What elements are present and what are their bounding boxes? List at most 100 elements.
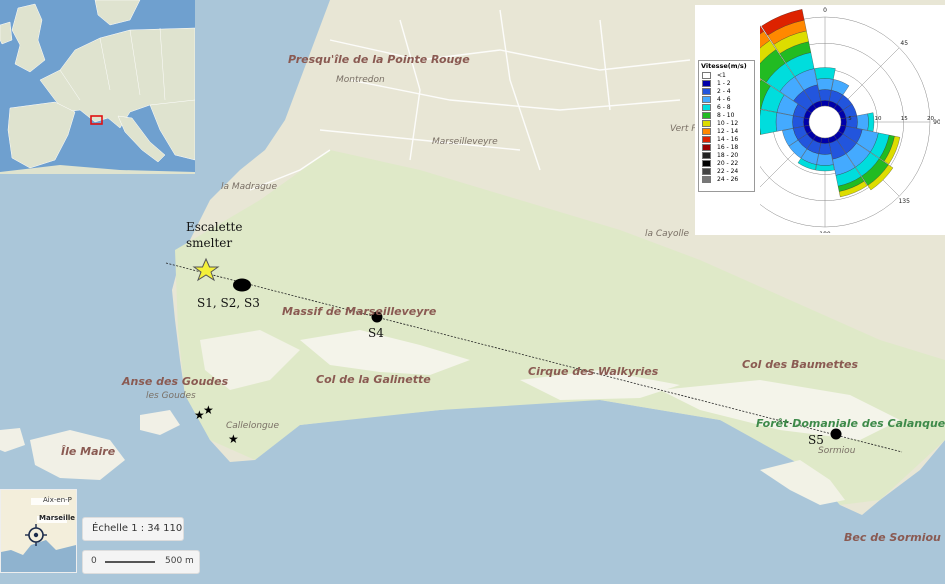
wind-rose-petal (815, 164, 835, 172)
label-presquile: Presqu'île de la Pointe Rouge (288, 53, 470, 66)
wind-legend-item: 22 - 24 (699, 167, 754, 175)
wind-legend-label: 20 - 22 (717, 159, 739, 167)
wind-legend-item: 4 - 6 (699, 95, 754, 103)
scale-bar-start: 0 (91, 556, 97, 566)
smelter-label-line1: Escalette (186, 220, 243, 234)
wind-legend-item: 14 - 16 (699, 135, 754, 143)
site-s123-label: S1, S2, S3 (197, 296, 260, 310)
local-inset-map[interactable]: Aix-en-P Marseille (0, 489, 77, 573)
scale-text-box: Échelle 1 : 34 110 (82, 517, 184, 541)
wind-legend-swatch (702, 159, 711, 167)
wind-legend-item: 10 - 12 (699, 119, 754, 127)
label-foret: Forêt Domaniale des Calanques (756, 417, 945, 430)
wind-legend-swatch (702, 167, 711, 175)
inset-label-aix: Aix-en-P (43, 496, 72, 504)
small-star-icon: ★ (203, 403, 214, 417)
wind-rose-radial-label: 20 (927, 116, 934, 122)
label-callelongue: Callelongue (226, 421, 280, 431)
wind-rose-petal (816, 78, 834, 91)
site-s5-label: S5 (808, 433, 824, 447)
wind-legend-item: 1 - 2 (699, 79, 754, 87)
wind-rose-petal (775, 112, 794, 132)
wind-legend-label: <1 (717, 71, 726, 79)
wind-legend-label: 8 - 10 (717, 111, 735, 119)
wind-legend-label: 18 - 20 (717, 151, 739, 159)
wind-rose-petal (818, 89, 832, 102)
wind-rose-petal (792, 115, 805, 129)
label-sormiou: Sormiou (818, 446, 856, 456)
site-s4-label: S4 (368, 326, 384, 340)
wind-legend-label: 2 - 4 (717, 87, 731, 95)
wind-legend-swatch (702, 119, 711, 127)
site-s123-marker (233, 278, 251, 292)
wind-rose-radial-label: 10 (875, 116, 882, 122)
label-col-galinette: Col de la Galinette (316, 373, 431, 386)
wind-legend-swatch (702, 71, 711, 79)
wind-rose-angle-label: 45 (900, 40, 908, 47)
wind-rose-petal (760, 109, 778, 135)
wind-legend-item: 16 - 18 (699, 143, 754, 151)
wind-rose-petal (816, 153, 834, 166)
europe-inset-map (0, 0, 195, 174)
wind-legend-swatch (702, 87, 711, 95)
wind-legend-title: Vitesse(m/s) (701, 62, 747, 70)
label-cirque: Cirque des Walkyries (528, 365, 659, 378)
label-marseilleveyre: Marseilleveyre (432, 137, 498, 147)
label-col-baumettes: Col des Baumettes (742, 358, 859, 371)
label-madrague: la Madrague (221, 182, 278, 192)
wind-legend-label: 22 - 24 (717, 167, 739, 175)
wind-legend-swatch (702, 143, 711, 151)
wind-legend-label: 14 - 16 (717, 135, 739, 143)
wind-rose-angle-label: 90 (933, 119, 940, 126)
wind-legend-swatch (702, 135, 711, 143)
wind-rose-angle-label: 135 (898, 198, 910, 205)
wind-rose-petal (818, 142, 832, 155)
wind-rose-petal (814, 67, 836, 80)
wind-legend-swatch (702, 103, 711, 111)
wind-rose-angle-label: 180 (819, 231, 831, 233)
wind-rose-petal (867, 112, 875, 132)
wind-legend-swatch (702, 175, 711, 183)
location-target-icon (25, 524, 47, 546)
wind-legend-swatch (702, 111, 711, 119)
wind-legend-swatch (702, 151, 711, 159)
wind-rose-radial-label: 5 (848, 116, 852, 122)
scale-bar-line (105, 561, 155, 563)
site-s5-marker (830, 428, 842, 440)
wind-rose-panel: Vitesse(m/s) <1 1 - 22 - 44 - 66 - 88 - 1… (695, 5, 945, 235)
wind-rose-petal (856, 113, 869, 131)
wind-legend-item: 6 - 8 (699, 103, 754, 111)
label-massif: Massif de Marseilleveyre (282, 305, 437, 318)
wind-legend-item: 8 - 10 (699, 111, 754, 119)
wind-legend-swatch (702, 95, 711, 103)
wind-rose-petal (820, 100, 830, 107)
label-vert: Vert P (670, 124, 697, 134)
wind-legend: Vitesse(m/s) <1 1 - 22 - 44 - 66 - 88 - 1… (698, 60, 755, 192)
wind-rose-chart: 045901351802252703155101520 (760, 7, 940, 233)
label-montredon: Montredon (336, 75, 385, 85)
scale-bar-end: 500 m (165, 556, 194, 566)
label-anse: Anse des Goudes (122, 375, 229, 388)
wind-legend-item: 18 - 20 (699, 151, 754, 159)
label-cayolle: la Cayolle (645, 229, 690, 239)
wind-rose-angle-label: 0 (823, 7, 827, 14)
wind-legend-label: 12 - 14 (717, 127, 739, 135)
wind-legend-item: 24 - 26 (699, 175, 754, 183)
smelter-label-line2: smelter (186, 236, 233, 250)
wind-legend-swatch (702, 79, 711, 87)
wind-rose-radial-label: 15 (901, 116, 908, 122)
label-les-goudes: les Goudes (146, 391, 196, 401)
wind-legend-item: 2 - 4 (699, 87, 754, 95)
wind-legend-item: 20 - 22 (699, 159, 754, 167)
scale-text: Échelle 1 : 34 110 (92, 523, 183, 534)
wind-legend-label: 4 - 6 (717, 95, 731, 103)
wind-legend-item: <1 (699, 71, 754, 79)
wind-rose-petal (820, 137, 830, 144)
wind-legend-label: 1 - 2 (717, 79, 731, 87)
label-ile-maire: Île Maire (61, 445, 116, 458)
scale-bar: 0 500 m (82, 550, 200, 574)
wind-legend-swatch (702, 127, 711, 135)
wind-legend-label: 6 - 8 (717, 103, 731, 111)
label-bec: Bec de Sormiou (844, 531, 941, 544)
small-star-icon: ★ (228, 432, 239, 446)
